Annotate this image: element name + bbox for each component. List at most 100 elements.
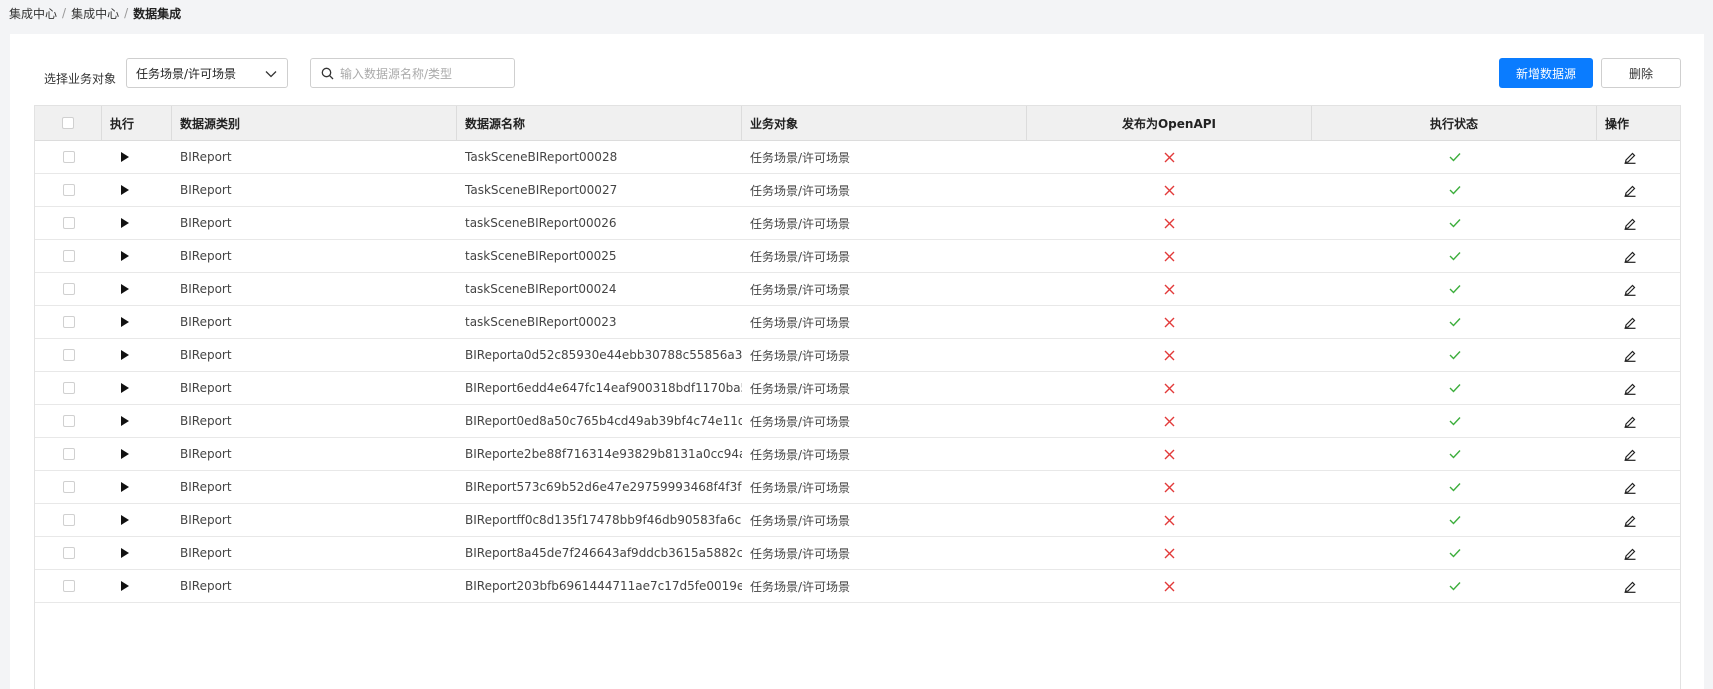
row-select-cell bbox=[35, 405, 102, 437]
main-card: 选择业务对象 任务场景/许可场景 输入数据源名称/类型 新增数据源 删除 执行 … bbox=[10, 34, 1704, 689]
row-checkbox[interactable] bbox=[62, 217, 75, 229]
table-row[interactable]: BIReport BIReport6edd4e647fc14eaf900318bd… bbox=[35, 372, 1680, 405]
play-icon[interactable] bbox=[120, 481, 130, 493]
row-select-cell bbox=[35, 174, 102, 206]
search-input[interactable]: 输入数据源名称/类型 bbox=[310, 58, 515, 88]
row-checkbox[interactable] bbox=[62, 580, 75, 592]
row-checkbox[interactable] bbox=[62, 283, 75, 295]
breadcrumb-item[interactable]: 集成中心 bbox=[9, 5, 57, 22]
row-checkbox[interactable] bbox=[62, 151, 75, 163]
row-status-cell bbox=[1312, 405, 1597, 437]
play-icon[interactable] bbox=[120, 184, 130, 196]
row-name: taskSceneBIReport00026 bbox=[465, 216, 617, 230]
select-all-checkbox[interactable] bbox=[62, 117, 74, 129]
row-checkbox[interactable] bbox=[62, 448, 75, 460]
edit-icon[interactable] bbox=[1623, 381, 1637, 395]
check-icon bbox=[1449, 186, 1461, 195]
row-checkbox[interactable] bbox=[62, 514, 75, 526]
check-icon bbox=[1449, 582, 1461, 591]
row-execute-cell bbox=[102, 372, 172, 404]
row-checkbox[interactable] bbox=[62, 382, 75, 394]
row-openapi-cell bbox=[1027, 372, 1312, 404]
edit-icon[interactable] bbox=[1623, 315, 1637, 329]
edit-icon[interactable] bbox=[1623, 216, 1637, 230]
check-icon bbox=[1449, 384, 1461, 393]
table-row[interactable]: BIReport TaskSceneBIReport00027 任务场景/许可场景 bbox=[35, 174, 1680, 207]
row-status-cell bbox=[1312, 306, 1597, 338]
table-row[interactable]: BIReport BIReporta0d52c85930e44ebb30788c5… bbox=[35, 339, 1680, 372]
close-icon bbox=[1164, 449, 1175, 459]
row-business: 任务场景/许可场景 bbox=[750, 513, 851, 528]
breadcrumb-separator: / bbox=[62, 6, 67, 20]
table-row[interactable]: BIReport BIReport8a45de7f246643af9ddcb361… bbox=[35, 537, 1680, 570]
table-row[interactable]: BIReport taskSceneBIReport00025 任务场景/许可场景 bbox=[35, 240, 1680, 273]
play-icon[interactable] bbox=[120, 217, 130, 229]
row-openapi-cell bbox=[1027, 240, 1312, 272]
search-icon bbox=[321, 67, 334, 79]
row-checkbox[interactable] bbox=[62, 316, 75, 328]
row-category: BIReport bbox=[180, 414, 232, 428]
edit-icon[interactable] bbox=[1623, 249, 1637, 263]
play-icon[interactable] bbox=[120, 250, 130, 262]
play-icon[interactable] bbox=[120, 316, 130, 328]
row-execute-cell bbox=[102, 537, 172, 569]
edit-icon[interactable] bbox=[1623, 480, 1637, 494]
row-checkbox[interactable] bbox=[62, 184, 75, 196]
play-icon[interactable] bbox=[120, 514, 130, 526]
row-openapi-cell bbox=[1027, 471, 1312, 503]
edit-icon[interactable] bbox=[1623, 282, 1637, 296]
row-status-cell bbox=[1312, 438, 1597, 470]
table-row[interactable]: BIReport taskSceneBIReport00023 任务场景/许可场景 bbox=[35, 306, 1680, 339]
row-actions-cell bbox=[1597, 372, 1680, 404]
table-row[interactable]: BIReport TaskSceneBIReport00028 任务场景/许可场景 bbox=[35, 141, 1680, 174]
edit-icon[interactable] bbox=[1623, 348, 1637, 362]
play-icon[interactable] bbox=[120, 448, 130, 460]
play-icon[interactable] bbox=[120, 349, 130, 361]
row-checkbox[interactable] bbox=[62, 250, 75, 262]
row-checkbox[interactable] bbox=[62, 415, 75, 427]
breadcrumb-current: 数据集成 bbox=[133, 6, 182, 21]
row-execute-cell bbox=[102, 174, 172, 206]
row-select-cell bbox=[35, 504, 102, 536]
row-select-cell bbox=[35, 438, 102, 470]
table-row[interactable]: BIReport taskSceneBIReport00026 任务场景/许可场景 bbox=[35, 207, 1680, 240]
play-icon[interactable] bbox=[120, 151, 130, 163]
table-row[interactable]: BIReport BIReport203bfb6961444711ae7c17d5… bbox=[35, 570, 1680, 603]
delete-button[interactable]: 删除 bbox=[1601, 58, 1681, 88]
row-checkbox[interactable] bbox=[62, 349, 75, 361]
close-icon bbox=[1164, 383, 1175, 393]
play-icon[interactable] bbox=[120, 382, 130, 394]
close-icon bbox=[1164, 251, 1175, 261]
edit-icon[interactable] bbox=[1623, 579, 1637, 593]
edit-icon[interactable] bbox=[1623, 513, 1637, 527]
close-icon bbox=[1164, 317, 1175, 327]
table-row[interactable]: BIReport BIReportff0c8d135f17478bb9f46db9… bbox=[35, 504, 1680, 537]
play-icon[interactable] bbox=[120, 580, 130, 592]
add-datasource-button[interactable]: 新增数据源 bbox=[1499, 58, 1593, 88]
close-icon bbox=[1164, 581, 1175, 591]
row-name: TaskSceneBIReport00028 bbox=[465, 150, 618, 164]
edit-icon[interactable] bbox=[1623, 150, 1637, 164]
business-object-select[interactable]: 任务场景/许可场景 bbox=[126, 58, 288, 88]
close-icon bbox=[1164, 350, 1175, 360]
row-select-cell bbox=[35, 306, 102, 338]
play-icon[interactable] bbox=[120, 415, 130, 427]
table-row[interactable]: BIReport BIReporte2be88f716314e93829b8131… bbox=[35, 438, 1680, 471]
edit-icon[interactable] bbox=[1623, 447, 1637, 461]
search-placeholder: 输入数据源名称/类型 bbox=[340, 66, 453, 81]
edit-icon[interactable] bbox=[1623, 183, 1637, 197]
table-row[interactable]: BIReport taskSceneBIReport00024 任务场景/许可场景 bbox=[35, 273, 1680, 306]
header-category: 数据源类别 bbox=[172, 106, 457, 140]
table-row[interactable]: BIReport BIReport573c69b52d6e47e297599934… bbox=[35, 471, 1680, 504]
play-icon[interactable] bbox=[120, 283, 130, 295]
row-execute-cell bbox=[102, 438, 172, 470]
edit-icon[interactable] bbox=[1623, 546, 1637, 560]
breadcrumb-item[interactable]: 集成中心 bbox=[71, 5, 119, 22]
row-checkbox[interactable] bbox=[62, 481, 75, 493]
row-checkbox[interactable] bbox=[62, 547, 75, 559]
edit-icon[interactable] bbox=[1623, 414, 1637, 428]
table-row[interactable]: BIReport BIReport0ed8a50c765b4cd49ab39bf4… bbox=[35, 405, 1680, 438]
play-icon[interactable] bbox=[120, 547, 130, 559]
check-icon bbox=[1449, 252, 1461, 261]
business-object-value: 任务场景/许可场景 bbox=[136, 66, 237, 81]
